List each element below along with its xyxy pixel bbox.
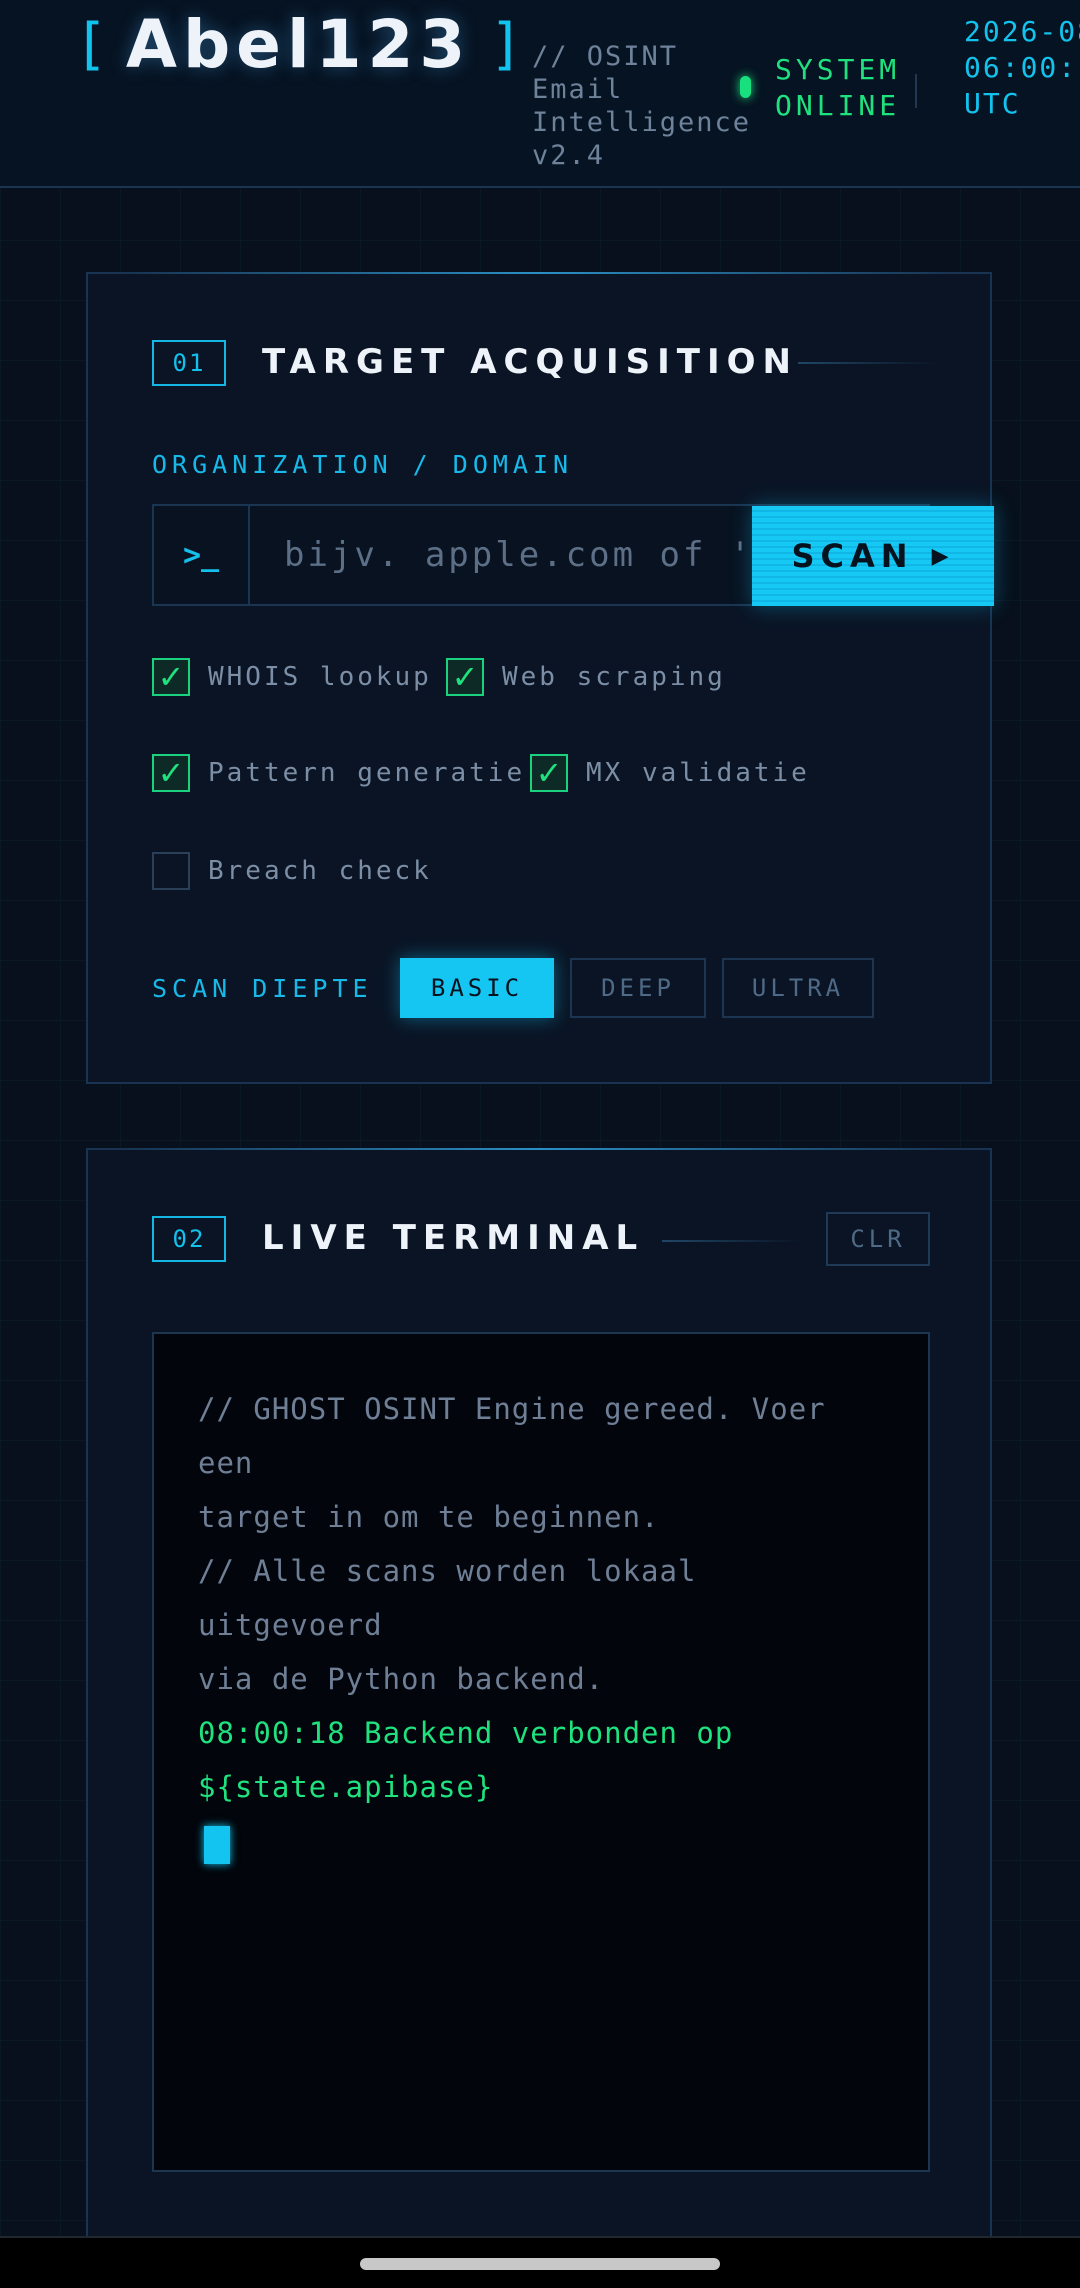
domain-field-label: ORGANIZATION / DOMAIN [152, 450, 574, 479]
scan-button[interactable]: SCAN ▶ [752, 506, 994, 606]
app-logo: [ Abel123 ] [82, 4, 515, 84]
terminal-output[interactable]: // GHOST OSINT Engine gereed. Voer een t… [152, 1332, 930, 2172]
depth-deep-button[interactable]: DEEP [570, 958, 706, 1018]
target-acquisition-panel: 01 TARGET ACQUISITION ORGANIZATION / DOM… [86, 272, 994, 1084]
option-whois[interactable]: ✓ WHOIS lookup [152, 658, 432, 696]
option-breach-check[interactable]: Breach check [152, 852, 432, 890]
logo-bracket-open: [ [82, 11, 104, 77]
status-divider [915, 74, 917, 108]
logo-name: Abel123 [125, 5, 472, 83]
title-divider [798, 362, 938, 364]
section-title: LIVE TERMINAL [262, 1218, 645, 1258]
option-label: MX validatie [586, 758, 810, 788]
system-status: SYSTEM ONLINE [740, 52, 917, 124]
section-number-badge: 02 [152, 1216, 226, 1262]
option-mx-validatie[interactable]: ✓ MX validatie [530, 754, 810, 792]
checkbox-checked-icon[interactable]: ✓ [446, 658, 484, 696]
depth-ultra-button[interactable]: ULTRA [722, 958, 874, 1018]
status-dot-icon [740, 76, 751, 98]
logo-bracket-close: ] [493, 11, 516, 77]
system-navigation-bar [0, 2236, 1080, 2288]
option-label: Pattern generatie [208, 758, 526, 788]
home-gesture-handle[interactable] [360, 2258, 720, 2270]
title-divider [662, 1240, 802, 1242]
checkbox-checked-icon[interactable]: ✓ [530, 754, 568, 792]
section-number-badge: 01 [152, 340, 226, 386]
terminal-line: 08:00:18 Backend verbonden op [198, 1716, 734, 1750]
play-arrow-icon: ▶ [931, 543, 955, 569]
terminal-line: via de Python backend. [198, 1662, 605, 1696]
clear-terminal-button[interactable]: CLR [826, 1212, 930, 1266]
target-domain-input[interactable] [250, 506, 750, 604]
option-pattern-generatie[interactable]: ✓ Pattern generatie [152, 754, 525, 792]
checkbox-unchecked-icon[interactable] [152, 852, 190, 890]
option-label: Web scraping [502, 662, 726, 692]
app-header: [ Abel123 ] // OSINT Email Intelligence … [0, 0, 1080, 188]
section-title: TARGET ACQUISITION [262, 342, 798, 382]
scan-depth-label: SCAN DIEPTE [152, 974, 373, 1003]
option-label: WHOIS lookup [208, 662, 432, 692]
app-subtitle: // OSINT Email Intelligence v2.4 [532, 41, 752, 171]
terminal-cursor [204, 1826, 230, 1864]
checkbox-checked-icon[interactable]: ✓ [152, 754, 190, 792]
option-label: Breach check [208, 856, 432, 886]
checkbox-checked-icon[interactable]: ✓ [152, 658, 190, 696]
terminal-line: ${state.apibase} [198, 1770, 494, 1804]
option-web-scraping[interactable]: ✓ Web scraping [446, 658, 726, 696]
terminal-line: // Alle scans worden lokaal uitgevoerd [198, 1554, 697, 1642]
scan-button-label: SCAN [791, 537, 914, 575]
live-terminal-panel: 02 LIVE TERMINAL CLR // GHOST OSINT Engi… [86, 1148, 992, 2238]
terminal-prompt-icon: >_ [154, 506, 250, 604]
terminal-line: target in om te beginnen. [198, 1500, 660, 1534]
depth-basic-button[interactable]: BASIC [400, 958, 554, 1018]
terminal-line: // GHOST OSINT Engine gereed. Voer een [198, 1392, 826, 1480]
utc-clock: 2026-08 13 06:00:1 UTC [964, 15, 1080, 120]
status-text: SYSTEM ONLINE [775, 53, 901, 122]
